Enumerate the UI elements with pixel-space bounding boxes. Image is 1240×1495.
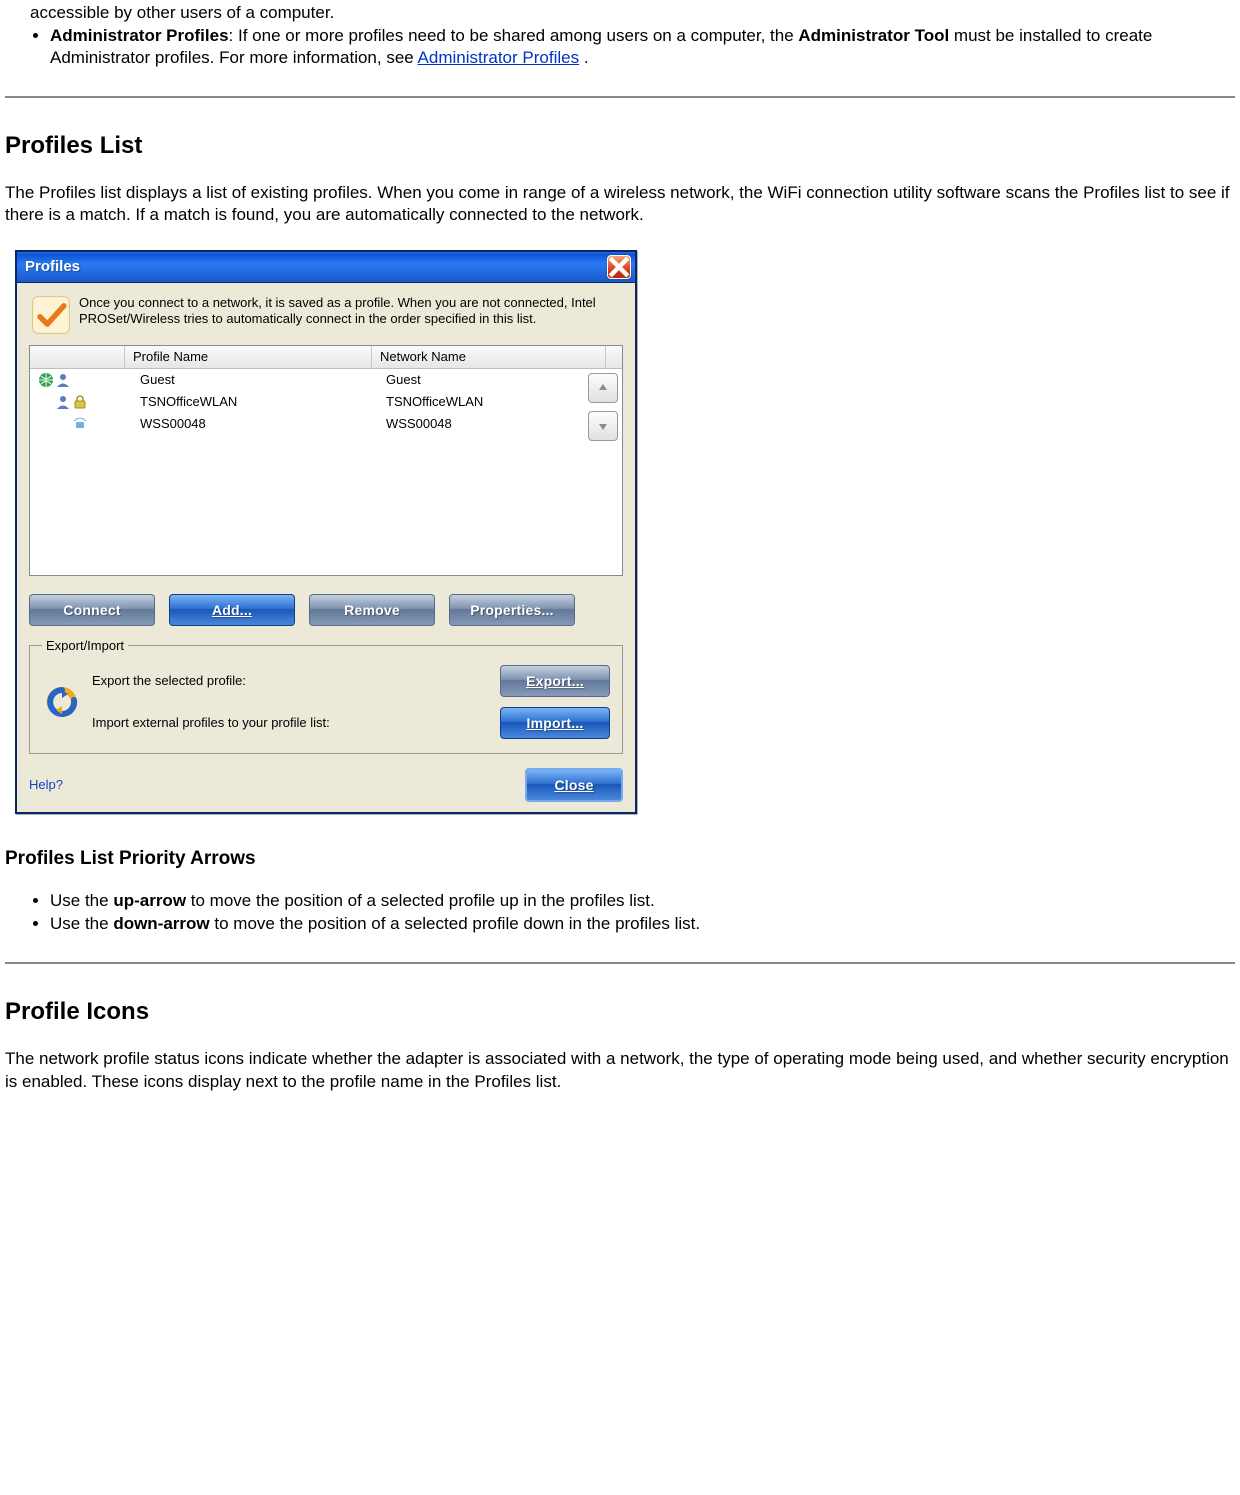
- cell-profile: TSNOfficeWLAN: [132, 394, 378, 409]
- user-icon: [55, 394, 71, 410]
- move-down-button[interactable]: [588, 411, 618, 441]
- move-up-button[interactable]: [588, 373, 618, 403]
- table-row[interactable]: Guest Guest: [30, 369, 622, 391]
- profiles-list-heading: Profiles List: [5, 132, 1235, 160]
- table-row[interactable]: TSNOfficeWLAN TSNOfficeWLAN: [30, 391, 622, 413]
- profile-icons-heading: Profile Icons: [5, 998, 1235, 1026]
- admin-tool-bold: Administrator Tool: [798, 26, 949, 45]
- signal-icon: [72, 416, 88, 432]
- help-link[interactable]: Help?: [29, 777, 63, 792]
- checkmark-icon: [29, 293, 73, 337]
- admin-text-1: : If one or more profiles need to be sha…: [229, 26, 799, 45]
- priority-list: Use the up-arrow to move the position of…: [5, 890, 1235, 935]
- close-button[interactable]: Close: [525, 768, 623, 802]
- export-import-legend: Export/Import: [42, 638, 128, 653]
- col-network-name[interactable]: Network Name: [372, 346, 606, 368]
- import-label: Import external profiles to your profile…: [92, 715, 490, 730]
- export-label: Export the selected profile:: [92, 673, 490, 688]
- admin-bold: Administrator Profiles: [50, 26, 229, 45]
- profile-icons-desc: The network profile status icons indicat…: [5, 1048, 1235, 1092]
- divider-1: [5, 96, 1235, 98]
- profiles-table: Profile Name Network Name Guest Guest: [29, 345, 623, 576]
- table-row[interactable]: WSS00048 WSS00048: [30, 413, 622, 435]
- remove-button[interactable]: Remove: [309, 594, 435, 626]
- intro-fragment-text: accessible by other users of a computer.: [30, 3, 334, 22]
- lock-icon: [72, 394, 88, 410]
- user-icon: [55, 372, 71, 388]
- sync-icon: [42, 682, 82, 722]
- priority-down-item: Use the down-arrow to move the position …: [50, 913, 1235, 934]
- cell-network: Guest: [378, 372, 622, 387]
- intro-admin-item: Administrator Profiles: If one or more p…: [50, 25, 1235, 68]
- cell-network: TSNOfficeWLAN: [378, 394, 622, 409]
- connect-button[interactable]: Connect: [29, 594, 155, 626]
- dialog-title: Profiles: [25, 258, 80, 275]
- add-button[interactable]: Add...: [169, 594, 295, 626]
- priority-heading: Profiles List Priority Arrows: [5, 848, 1235, 870]
- table-header: Profile Name Network Name: [30, 346, 622, 369]
- profiles-list-desc: The Profiles list displays a list of exi…: [5, 182, 1235, 226]
- export-button[interactable]: Export...: [500, 665, 610, 697]
- cell-profile: WSS00048: [132, 416, 378, 431]
- properties-button[interactable]: Properties...: [449, 594, 575, 626]
- export-import-group: Export/Import Export the selected profil…: [29, 638, 623, 754]
- dialog-titlebar[interactable]: Profiles: [17, 252, 635, 283]
- admin-text-3: .: [579, 48, 588, 67]
- intro-fragment: accessible by other users of a computer.: [30, 2, 1235, 23]
- profiles-dialog: Profiles Once you connect to a network, …: [15, 250, 637, 814]
- priority-up-item: Use the up-arrow to move the position of…: [50, 890, 1235, 911]
- import-button[interactable]: Import...: [500, 707, 610, 739]
- divider-2: [5, 962, 1235, 964]
- intro-list: accessible by other users of a computer.…: [5, 2, 1235, 68]
- close-icon[interactable]: [607, 255, 631, 279]
- cell-network: WSS00048: [378, 416, 622, 431]
- col-profile-name[interactable]: Profile Name: [125, 346, 372, 368]
- admin-profiles-link[interactable]: Administrator Profiles: [418, 48, 580, 67]
- cell-profile: Guest: [132, 372, 378, 387]
- globe-icon: [38, 372, 54, 388]
- dialog-intro-text: Once you connect to a network, it is sav…: [79, 293, 623, 328]
